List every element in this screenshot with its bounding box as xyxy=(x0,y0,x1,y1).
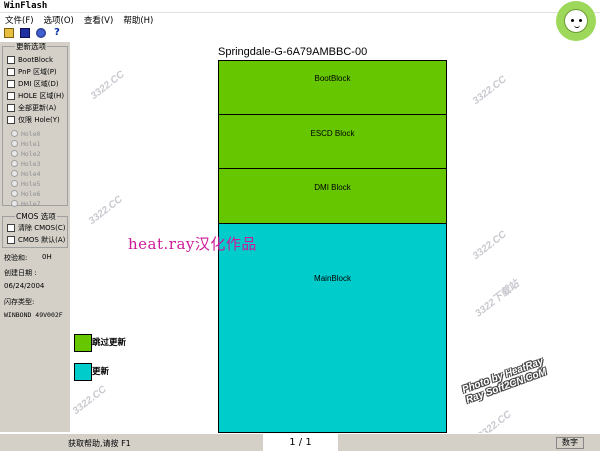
clear-cmos-checkbox[interactable]: 清除 CMOS(C) xyxy=(7,223,65,233)
main-block-label: MainBlock xyxy=(314,274,351,283)
update-options-legend: 更新选项 xyxy=(15,42,47,51)
watermark: 3322.CC xyxy=(86,194,125,227)
watermark: 3322.CC xyxy=(88,69,127,102)
hole0-radio[interactable]: Hole0 xyxy=(11,129,41,138)
watermark: 3322.CC xyxy=(70,384,109,417)
cmos-default-checkbox[interactable]: CMOS 默认(A) xyxy=(7,235,65,245)
sheep-logo-icon xyxy=(556,1,596,41)
menu-help[interactable]: 帮助(H) xyxy=(118,15,158,27)
hole2-radio[interactable]: Hole2 xyxy=(11,149,41,158)
skip-update-swatch xyxy=(74,334,92,352)
hole-area-checkbox[interactable]: HOLE 区域(H) xyxy=(7,91,64,101)
status-bar: 获取帮助,请按 F1 1 / 1 数字 xyxy=(0,433,600,451)
hole7-radio[interactable]: Hole7 xyxy=(11,199,41,208)
settings-icon[interactable] xyxy=(36,28,46,38)
boot-block-label: BootBlock xyxy=(314,74,351,83)
hole6-radio[interactable]: Hole6 xyxy=(11,189,41,198)
hole4-radio[interactable]: Hole4 xyxy=(11,169,41,178)
menu-view[interactable]: 查看(V) xyxy=(79,15,118,27)
graph-title: Springdale-G-6A79AMBBC-00 xyxy=(218,46,368,58)
cmos-options-legend: CMOS 选项 xyxy=(15,212,57,221)
pnp-area-checkbox[interactable]: PnP 区域(P) xyxy=(7,67,57,77)
main-block[interactable]: MainBlock xyxy=(218,223,447,433)
dmi-block-label: DMI Block xyxy=(314,183,351,192)
winflash-window: 3322.CC 3322.CC 3322.CC 3322下载站 3322.CC … xyxy=(0,0,600,451)
credit-overlay: heat.ray汉化作品 xyxy=(128,235,257,253)
watermark: 3322.CC xyxy=(470,74,509,107)
toolbar: ? xyxy=(0,28,80,40)
menu-bar: 文件(F) 选项(O) 查看(V) 帮助(H) xyxy=(0,15,560,27)
update-all-checkbox[interactable]: 全部更新(A) xyxy=(7,103,56,113)
build-date-value: 06/24/2004 xyxy=(4,282,45,290)
status-help-text: 获取帮助,请按 F1 xyxy=(68,439,131,448)
checksum-value: 0H xyxy=(42,253,52,261)
left-panel: 更新选项 BootBlock PnP 区域(P) DMI 区域(D) HOLE … xyxy=(0,42,70,432)
flash-type-label: 闪存类型: xyxy=(4,298,35,306)
help-icon[interactable]: ? xyxy=(52,28,62,38)
update-label: 更新 xyxy=(92,367,110,377)
menu-options[interactable]: 选项(O) xyxy=(39,15,79,27)
escd-block[interactable]: ESCD Block xyxy=(218,114,447,169)
open-icon[interactable] xyxy=(4,28,14,38)
skip-update-label: 跳过更新 xyxy=(92,338,127,348)
build-date-label: 创建日期 : xyxy=(4,269,37,277)
hole1-radio[interactable]: Hole1 xyxy=(11,139,41,148)
page-indicator: 1 / 1 xyxy=(263,434,338,451)
boot-block[interactable]: BootBlock xyxy=(218,60,447,115)
escd-block-label: ESCD Block xyxy=(310,129,355,138)
num-lock-indicator: 数字 xyxy=(556,437,584,449)
menu-file[interactable]: 文件(F) xyxy=(0,15,39,27)
cmos-options-group: CMOS 选项 清除 CMOS(C) CMOS 默认(A) xyxy=(2,212,68,248)
title-bar: WinFlash xyxy=(0,0,600,13)
update-swatch xyxy=(74,363,92,381)
bootblock-checkbox[interactable]: BootBlock xyxy=(7,55,53,65)
flash-type-value: WINBOND 49V002F xyxy=(4,311,63,319)
watermark: 3322.CC xyxy=(470,229,509,262)
hole5-radio[interactable]: Hole5 xyxy=(11,179,41,188)
update-options-group: 更新选项 BootBlock PnP 区域(P) DMI 区域(D) HOLE … xyxy=(2,42,68,208)
checksum-label: 校验和: xyxy=(4,254,28,262)
dmi-area-checkbox[interactable]: DMI 区域(D) xyxy=(7,79,59,89)
save-icon[interactable] xyxy=(20,28,30,38)
hole-only-checkbox[interactable]: 仅限 Hole(Y) xyxy=(7,115,60,125)
watermark: 3322下载站 xyxy=(473,278,522,320)
photo-credit: Photo by HeatRay Ray Soft2CN.CoM xyxy=(461,356,549,406)
dmi-block[interactable]: DMI Block xyxy=(218,168,447,224)
window-title: WinFlash xyxy=(4,1,48,11)
hole3-radio[interactable]: Hole3 xyxy=(11,159,41,168)
